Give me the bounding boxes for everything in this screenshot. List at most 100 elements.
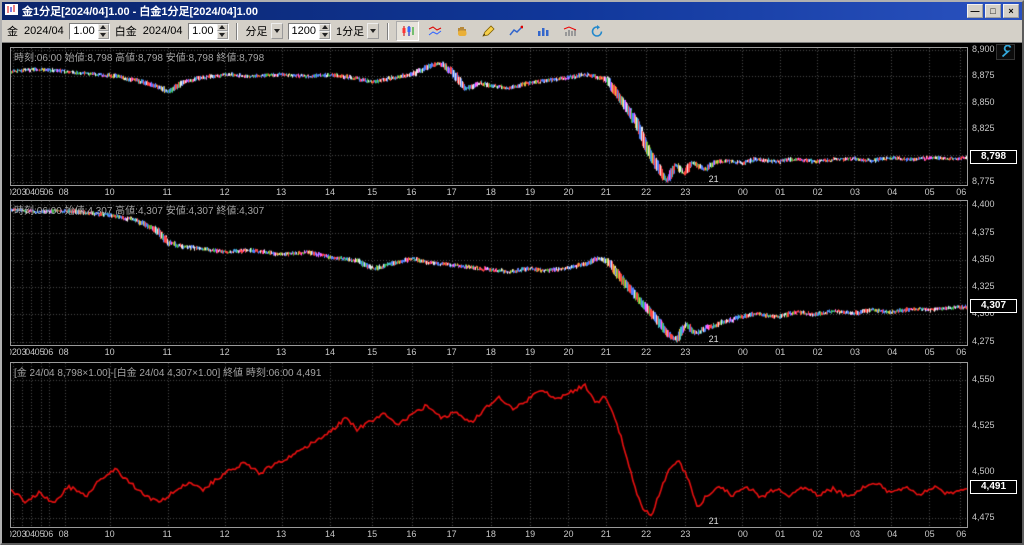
x-axis-tick-label: 21 xyxy=(600,347,611,357)
gold-plot[interactable]: 時刻:06:00 始値:8,798 高値:8,798 安値:8,798 終値:8… xyxy=(10,47,968,186)
y-axis-tick-label: 8,825 xyxy=(972,123,995,134)
y-axis-tick-label: 4,375 xyxy=(972,226,995,237)
x-axis-tick-label: 06 xyxy=(956,529,967,539)
x-axis-tick-label: 08 xyxy=(58,187,69,197)
x-axis-tick-label: 03 xyxy=(849,347,860,357)
toolbar: 金 2024/04 1.00 白金 2024/04 1.00 分足 1200 1… xyxy=(2,20,1022,43)
indicator-chart-button[interactable] xyxy=(558,21,582,41)
period-type-value: 分足 xyxy=(245,26,268,38)
spread-line-canvas xyxy=(11,363,967,527)
settings-wrench-button[interactable] xyxy=(996,44,1015,60)
refresh-button[interactable] xyxy=(585,21,609,41)
x-axis-tick-label: 21 xyxy=(600,187,611,197)
pencil-icon xyxy=(481,25,495,37)
date-marker: 21 xyxy=(708,334,719,344)
x-axis-tick-label: 20 xyxy=(563,347,574,357)
compare-chart-button[interactable] xyxy=(423,21,447,41)
x-axis-tick-label: 23 xyxy=(680,347,691,357)
x-axis-tick-label: 02 xyxy=(812,347,823,357)
platinum-ratio-value[interactable]: 1.00 xyxy=(189,24,217,39)
interval-value: 1分足 xyxy=(336,26,365,38)
down-arrow-icon xyxy=(219,32,226,37)
bar-chart-button[interactable] xyxy=(531,21,555,41)
x-axis-tick-label: 18 xyxy=(485,529,496,539)
x-axis-tick-label: 06 xyxy=(956,187,967,197)
pencil-tool-button[interactable] xyxy=(477,21,501,41)
gold-ratio-down-button[interactable] xyxy=(97,31,109,39)
platinum-ratio-spinbox[interactable]: 1.00 xyxy=(187,22,229,40)
platinum-chart-panel: 時刻:06:00 始値:4,307 高値:4,307 安値:4,307 終値:4… xyxy=(10,199,1017,359)
title-bar[interactable]: 金1分足[2024/04]1.00 - 白金1分足[2024/04]1.00 —… xyxy=(2,2,1022,20)
platinum-ratio-up-button[interactable] xyxy=(216,23,228,31)
x-axis-tick-label: 01 xyxy=(775,347,786,357)
bar-chart-icon xyxy=(537,28,549,36)
spread-plot[interactable]: [金 24/04 8,798×1.00]-[白金 24/04 4,307×1.0… xyxy=(10,362,968,528)
y-axis-tick-label: 4,400 xyxy=(972,199,995,210)
close-button[interactable]: × xyxy=(1003,4,1019,18)
x-axis-tick-label: 11 xyxy=(162,529,172,539)
x-axis-tick-label: 00 xyxy=(737,187,748,197)
platinum-candle-canvas xyxy=(11,201,967,345)
x-axis-tick-label: 10 xyxy=(104,529,115,539)
x-axis-tick-label: 16 xyxy=(406,187,417,197)
trendline-tool-button[interactable] xyxy=(504,21,528,41)
gold-label: 金 xyxy=(7,26,18,38)
app-window: 金1分足[2024/04]1.00 - 白金1分足[2024/04]1.00 —… xyxy=(0,0,1024,545)
x-axis-tick-label: 01 xyxy=(775,187,786,197)
x-axis-tick-label: 10 xyxy=(104,347,115,357)
x-axis-tick-label: 06 xyxy=(43,347,54,357)
x-axis-tick-label: 12 xyxy=(219,347,230,357)
x-axis-tick-label: 02 xyxy=(812,187,823,197)
bar-count-spinbox[interactable]: 1200 xyxy=(287,22,332,40)
platinum-plot[interactable]: 時刻:06:00 始値:4,307 高値:4,307 安値:4,307 終値:4… xyxy=(10,200,968,346)
gold-ratio-spinbox[interactable]: 1.00 xyxy=(68,22,110,40)
x-axis-tick-label: 06 xyxy=(956,347,967,357)
spread-price-axis: 4,491 4,475 4,500 4,525 4,550 xyxy=(970,362,1020,528)
x-axis-tick-label: 04 xyxy=(25,187,36,197)
minimize-button[interactable]: — xyxy=(967,4,983,18)
x-axis-tick-label: 23 xyxy=(680,529,691,539)
platinum-contract-field[interactable]: 2024/04 xyxy=(142,25,184,37)
wrench-icon xyxy=(1001,44,1012,58)
bar-count-down-button[interactable] xyxy=(319,31,331,39)
candlestick-icon xyxy=(402,26,414,36)
platinum-price-axis: 4,307 4,275 4,300 4,325 4,350 4,375 4,400 xyxy=(970,199,1020,346)
platinum-label: 白金 xyxy=(114,26,137,38)
bar-count-value[interactable]: 1200 xyxy=(289,24,319,39)
x-axis-tick-label: 17 xyxy=(446,347,457,357)
gold-ratio-value[interactable]: 1.00 xyxy=(70,24,98,39)
x-axis-tick-label: 14 xyxy=(324,187,335,197)
gold-candle-canvas xyxy=(11,48,967,185)
x-axis-tick-label: 11 xyxy=(162,187,172,197)
x-axis-tick-label: 14 xyxy=(324,529,335,539)
gold-ratio-up-button[interactable] xyxy=(97,23,109,31)
x-axis-tick-label: 08 xyxy=(58,529,69,539)
window-title: 金1分足[2024/04]1.00 - 白金1分足[2024/04]1.00 xyxy=(22,6,259,18)
x-axis-tick-label: 13 xyxy=(276,347,287,357)
x-axis-tick-label: 03 xyxy=(849,187,860,197)
gold-chart-panel: 時刻:06:00 始値:8,798 高値:8,798 安値:8,798 終値:8… xyxy=(10,44,1017,199)
y-axis-tick-label: 4,550 xyxy=(972,373,995,384)
up-arrow-icon xyxy=(321,25,328,30)
y-axis-tick-label: 4,350 xyxy=(972,253,995,264)
candlestick-mode-button[interactable] xyxy=(396,21,420,41)
y-axis-tick-label: 4,525 xyxy=(972,419,995,430)
period-type-dropdown[interactable]: 分足 xyxy=(245,23,284,40)
platinum-last-price-tag: 4,307 xyxy=(970,298,1017,313)
interval-dropdown[interactable]: 1分足 xyxy=(335,23,380,40)
bar-count-up-button[interactable] xyxy=(319,23,331,31)
x-axis-tick-label: 22 xyxy=(641,347,652,357)
gold-contract-field[interactable]: 2024/04 xyxy=(23,25,65,37)
x-axis-tick-label: 04 xyxy=(25,529,36,539)
x-axis-tick-label: 23 xyxy=(680,187,691,197)
indicator-chart-icon xyxy=(563,26,576,36)
y-axis-tick-label: 8,875 xyxy=(972,70,995,81)
x-axis-tick-label: 20 xyxy=(563,187,574,197)
x-axis-tick-label: 21 xyxy=(600,529,611,539)
hand-tool-button[interactable] xyxy=(450,21,474,41)
y-axis-tick-label: 8,775 xyxy=(972,175,995,186)
maximize-button[interactable]: □ xyxy=(985,4,1001,18)
dropdown-arrow-icon[interactable] xyxy=(270,23,283,39)
platinum-ratio-down-button[interactable] xyxy=(216,31,228,39)
dropdown-arrow-icon[interactable] xyxy=(367,23,380,39)
